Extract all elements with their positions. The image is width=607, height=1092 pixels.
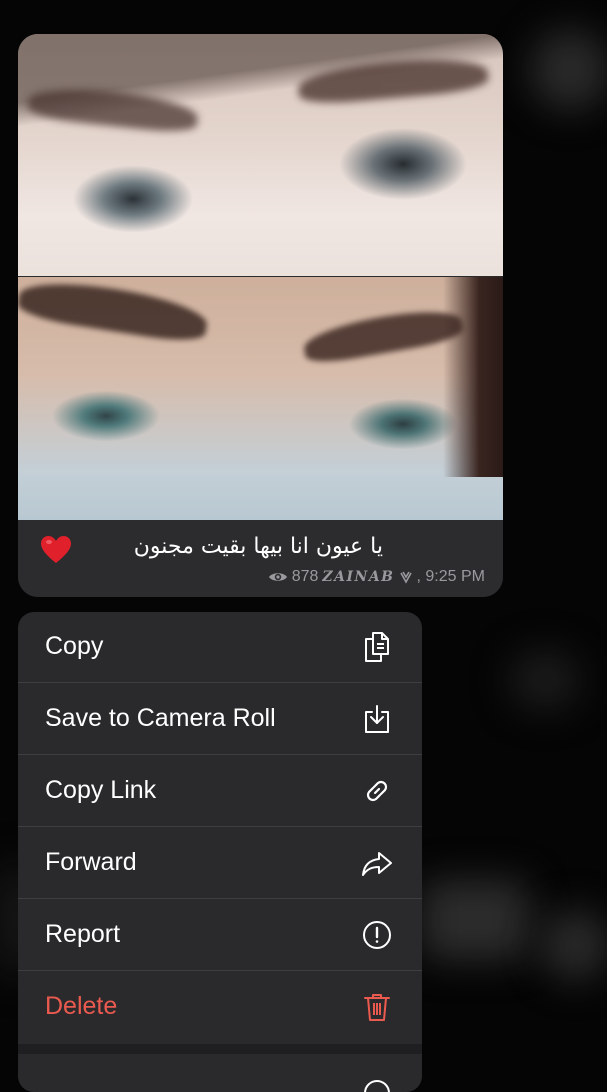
- message-bubble[interactable]: يا عيون انا بيها بقيت مجنون 878 ZAINAB ,…: [18, 34, 503, 597]
- photo-detail: [18, 274, 211, 346]
- menu-item-delete[interactable]: Delete: [18, 972, 422, 1043]
- photo-detail: [443, 277, 503, 477]
- save-download-icon: [365, 705, 389, 733]
- photo-detail: [26, 83, 200, 135]
- menu-item-label: Report: [45, 920, 121, 948]
- photo-eyes-bottom[interactable]: [18, 274, 503, 520]
- menu-item-save-to-camera-roll[interactable]: Save to Camera Roll: [18, 684, 422, 755]
- author-signature: ZAINAB: [322, 569, 395, 585]
- report-exclamation-icon: [363, 921, 391, 949]
- forward-icon: [362, 852, 392, 876]
- menu-section-separator: [18, 1044, 422, 1054]
- menu-item-label: Delete: [45, 992, 118, 1020]
- menu-item-label: Copy Link: [45, 776, 157, 804]
- link-icon: [366, 780, 388, 802]
- context-menu: Copy Save to Camera Roll Copy Link Forwa…: [18, 612, 422, 1092]
- partial-icon: [364, 1080, 390, 1092]
- message-caption: يا عيون انا بيها بقيت مجنون 878 ZAINAB ,…: [18, 520, 503, 597]
- menu-item-copy-link[interactable]: Copy Link: [18, 756, 422, 827]
- views-eye-icon: [268, 573, 287, 581]
- heart-icon: [41, 536, 71, 563]
- background-blur: [510, 650, 580, 710]
- photo-detail: [296, 53, 490, 107]
- background-blur: [540, 910, 607, 980]
- message-meta: 878 ZAINAB , 9:25 PM: [268, 568, 485, 586]
- menu-item-label: Copy: [45, 632, 104, 660]
- menu-item-label: Forward: [45, 848, 137, 876]
- photo-eyes-top[interactable]: [18, 34, 503, 276]
- caption-text: يا عيون انا بيها بقيت مجنون: [133, 534, 383, 559]
- photo-detail: [301, 303, 465, 367]
- trash-icon: [364, 994, 390, 1021]
- background-blur: [530, 30, 607, 110]
- background-blur: [420, 880, 530, 960]
- copy-icon: [365, 632, 389, 662]
- message-time: , 9:25 PM: [416, 568, 485, 585]
- menu-item-forward[interactable]: Forward: [18, 828, 422, 899]
- menu-item-copy[interactable]: Copy: [18, 612, 422, 683]
- menu-item-report[interactable]: Report: [18, 900, 422, 971]
- author-emblem-icon: [399, 571, 412, 584]
- menu-item-partial[interactable]: [18, 1054, 422, 1092]
- view-count: 878: [291, 568, 319, 585]
- menu-item-label: Save to Camera Roll: [45, 704, 276, 732]
